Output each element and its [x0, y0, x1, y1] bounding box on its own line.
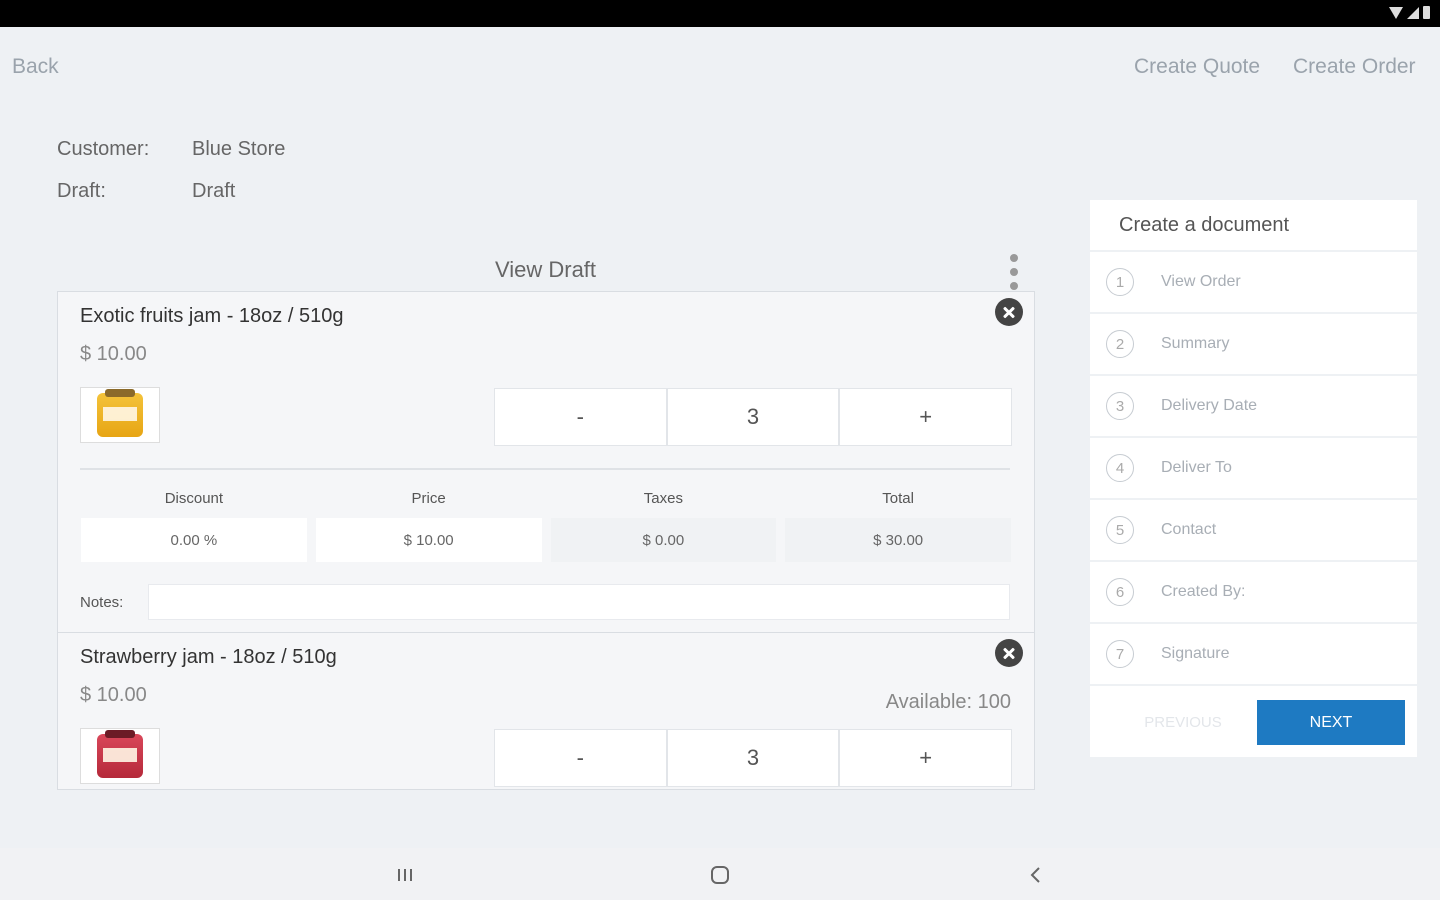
jar-label [103, 407, 137, 421]
wifi-icon [1389, 7, 1403, 19]
line-item-fields: Discount Price Taxes Total 0.00 % $ 10.0… [81, 490, 1011, 562]
item-price: $ 10.00 [80, 343, 147, 365]
notes-label: Notes: [80, 594, 124, 611]
step-signature[interactable]: 7 Signature [1090, 624, 1417, 686]
system-nav-bar [0, 848, 1440, 900]
discount-field[interactable]: 0.00 % [81, 518, 307, 562]
step-label: Created By: [1161, 583, 1246, 600]
step-number: 1 [1106, 268, 1134, 296]
item-name: Exotic fruits jam - 18oz / 510g [80, 305, 344, 327]
available-stock: Available: 100 [885, 691, 1011, 713]
product-thumbnail [80, 387, 160, 443]
back-nav-icon[interactable] [1023, 862, 1049, 888]
step-label: Delivery Date [1161, 397, 1258, 414]
create-order-button[interactable]: Create Order [1293, 55, 1416, 79]
top-bar: Back Create Quote Create Order [0, 27, 1440, 107]
total-label: Total [882, 490, 914, 507]
draft-value: Draft [192, 179, 236, 202]
signal-icon [1407, 7, 1419, 19]
product-thumbnail [80, 728, 160, 784]
step-label: Signature [1161, 645, 1230, 662]
quantity-stepper: - 3 + [494, 729, 1013, 787]
jam-jar-image [97, 389, 143, 437]
item-name: Strawberry jam - 18oz / 510g [80, 646, 337, 668]
quantity-stepper: - 3 + [494, 388, 1013, 446]
step-number: 7 [1106, 640, 1134, 668]
field-headers: Discount Price Taxes Total [81, 490, 1011, 510]
discount-label: Discount [164, 490, 224, 507]
create-quote-button[interactable]: Create Quote [1134, 55, 1260, 79]
decrement-button[interactable]: - [494, 388, 667, 446]
price-label: Price [411, 490, 446, 507]
step-label: Summary [1161, 335, 1230, 352]
recents-icon[interactable] [392, 862, 418, 888]
step-view-order[interactable]: 1 View Order [1090, 252, 1417, 314]
jar-label [103, 748, 137, 762]
more-options-icon[interactable] [1009, 254, 1019, 290]
view-draft-title: View Draft [494, 257, 597, 282]
kebab-dot [1010, 268, 1018, 276]
panel-title: Create a document [1090, 200, 1417, 252]
notes-field[interactable] [148, 584, 1010, 620]
next-button[interactable]: NEXT [1257, 700, 1405, 745]
step-summary[interactable]: 2 Summary [1090, 314, 1417, 376]
draft-label: Draft: [57, 179, 106, 202]
jar-lid [105, 730, 135, 738]
field-values: 0.00 % $ 10.00 $ 0.00 $ 30.00 [81, 518, 1011, 562]
step-number: 4 [1106, 454, 1134, 482]
step-label: Contact [1161, 521, 1217, 538]
taxes-value: $ 0.00 [550, 518, 777, 562]
step-number: 2 [1106, 330, 1134, 358]
divider [80, 468, 1010, 470]
step-label: Deliver To [1161, 459, 1232, 476]
step-deliver-to[interactable]: 4 Deliver To [1090, 438, 1417, 500]
price-field[interactable]: $ 10.00 [315, 518, 542, 562]
step-delivery-date[interactable]: 3 Delivery Date [1090, 376, 1417, 438]
step-number: 6 [1106, 578, 1134, 606]
previous-button[interactable]: PREVIOUS [1108, 700, 1258, 745]
kebab-dot [1010, 254, 1018, 262]
remove-item-button[interactable] [995, 639, 1023, 667]
customer-label: Customer: [57, 137, 150, 160]
quantity-value[interactable]: 3 [666, 729, 840, 787]
step-created-by[interactable]: 6 Created By: [1090, 562, 1417, 624]
quantity-value[interactable]: 3 [666, 388, 840, 446]
home-icon[interactable] [707, 862, 733, 888]
remove-item-button[interactable] [995, 298, 1023, 326]
document-meta: Customer: Blue Store Draft: Draft [57, 128, 285, 212]
step-number: 3 [1106, 392, 1134, 420]
customer-row: Customer: Blue Store [57, 128, 285, 170]
kebab-dot [1010, 282, 1018, 290]
create-document-panel: Create a document 1 View Order 2 Summary… [1090, 200, 1417, 757]
total-value: $ 30.00 [785, 518, 1011, 562]
step-contact[interactable]: 5 Contact [1090, 500, 1417, 562]
decrement-button[interactable]: - [494, 729, 667, 787]
status-icons [1389, 6, 1430, 19]
list-item: Strawberry jam - 18oz / 510g $ 10.00 Ava… [58, 633, 1034, 789]
list-item: Exotic fruits jam - 18oz / 510g $ 10.00 … [58, 292, 1034, 633]
step-number: 5 [1106, 516, 1134, 544]
customer-value: Blue Store [192, 137, 286, 160]
increment-button[interactable]: + [839, 729, 1013, 787]
jam-jar-image [97, 730, 143, 778]
status-bar [0, 0, 1440, 27]
battery-icon [1423, 6, 1430, 19]
back-button[interactable]: Back [12, 55, 59, 79]
taxes-label: Taxes [643, 490, 683, 507]
increment-button[interactable]: + [839, 388, 1013, 446]
draft-row: Draft: Draft [57, 170, 285, 212]
draft-items-list[interactable]: Exotic fruits jam - 18oz / 510g $ 10.00 … [57, 291, 1035, 790]
step-label: View Order [1161, 273, 1241, 290]
item-price: $ 10.00 [80, 684, 147, 706]
wizard-nav: PREVIOUS NEXT [1090, 700, 1417, 757]
jar-lid [105, 389, 135, 397]
